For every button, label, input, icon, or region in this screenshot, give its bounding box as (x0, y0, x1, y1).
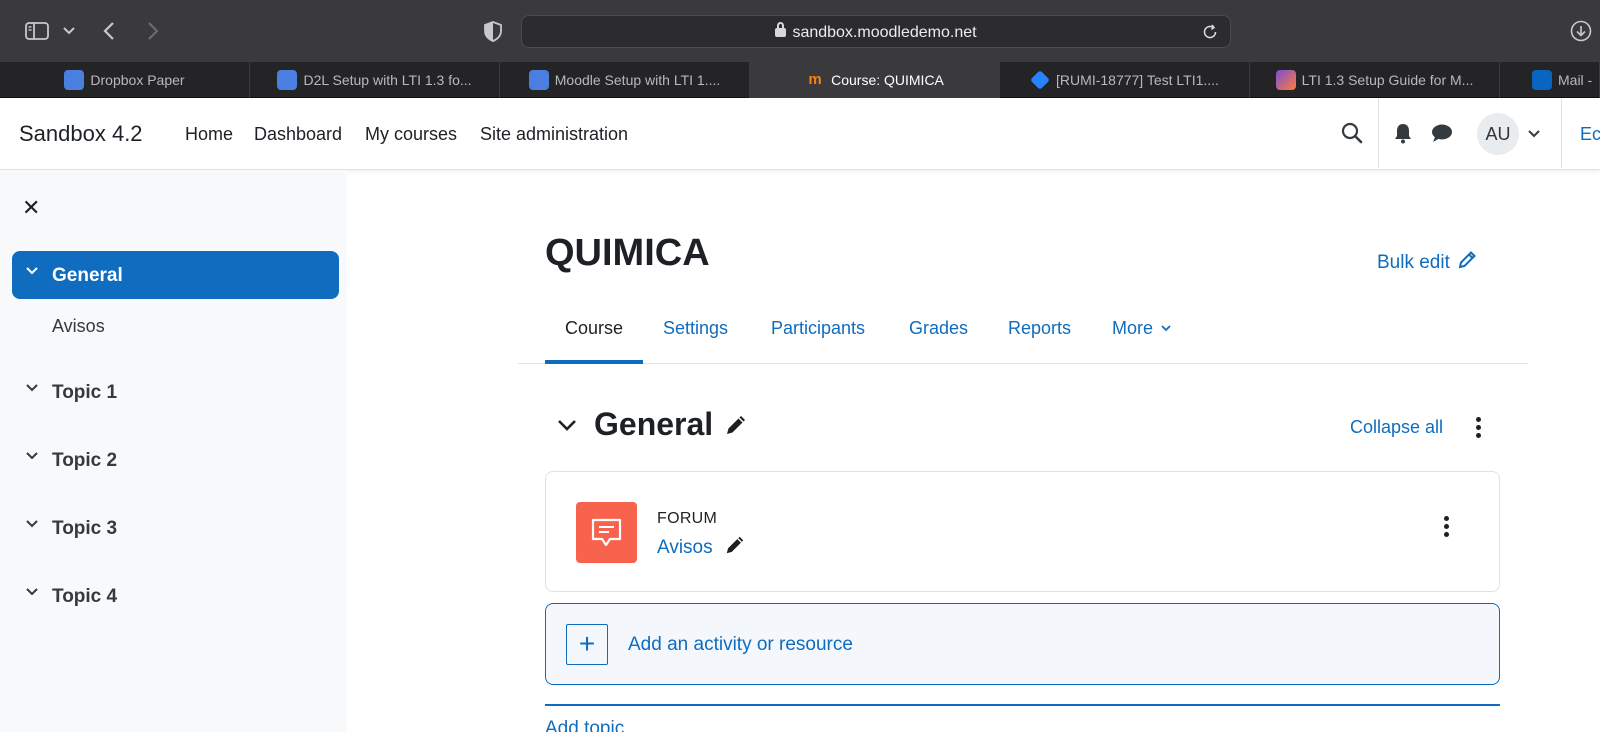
chevron-down-icon[interactable] (557, 415, 577, 435)
atlassian-icon (1275, 70, 1296, 90)
course-index-section-general[interactable]: General (12, 251, 339, 299)
activity-name-link[interactable]: Avisos (657, 534, 746, 559)
chevron-down-icon[interactable] (1528, 130, 1540, 138)
browser-tab-lti-setup-guide[interactable]: LTI 1.3 Setup Guide for M... (1250, 62, 1500, 98)
bell-icon[interactable] (1393, 122, 1413, 144)
course-index-section-topic-4[interactable]: Topic 4 (12, 572, 339, 620)
tab-settings[interactable]: Settings (663, 318, 728, 339)
forum-icon (576, 502, 637, 563)
section-label: Topic 4 (52, 586, 118, 607)
moodle-navbar: Sandbox 4.2 Home Dashboard My courses Si… (0, 98, 1600, 170)
dropbox-icon (528, 70, 549, 90)
shield-icon[interactable] (483, 21, 503, 42)
outlook-icon (1532, 70, 1552, 90)
secondary-navigation: Course Settings Participants Grades Repo… (518, 300, 1528, 364)
activity-type-label: FORUM (657, 510, 718, 527)
page-title: QUIMICA (545, 232, 710, 274)
browser-tab-strip: Dropbox Paper D2L Setup with LTI 1.3 fo.… (0, 62, 1600, 98)
chevron-down-icon[interactable] (63, 27, 75, 35)
address-bar[interactable]: sandbox.moodledemo.net (521, 15, 1231, 48)
tab-more[interactable]: More (1112, 318, 1171, 339)
add-activity-label: Add an activity or resource (628, 634, 853, 655)
activity-card-forum: FORUM Avisos (545, 471, 1500, 592)
tab-grades[interactable]: Grades (909, 318, 968, 339)
edit-mode-label[interactable]: Ec (1580, 124, 1600, 145)
section-label: Topic 1 (52, 382, 118, 403)
chevron-down-icon[interactable] (26, 586, 38, 598)
avatar[interactable]: AU (1477, 113, 1519, 155)
chevron-down-icon[interactable] (26, 450, 38, 462)
chevron-down-icon[interactable] (26, 518, 38, 530)
chevron-down-icon[interactable] (26, 382, 38, 394)
close-icon[interactable]: ✕ (22, 195, 40, 221)
jira-icon (1030, 70, 1050, 90)
chevron-down-icon[interactable] (26, 265, 38, 277)
url-text: sandbox.moodledemo.net (522, 22, 1230, 42)
browser-tab-dropbox-paper[interactable]: Dropbox Paper (0, 62, 250, 98)
section-label: General (52, 265, 123, 286)
add-activity-button[interactable]: + Add an activity or resource (545, 603, 1500, 685)
search-icon[interactable] (1341, 122, 1363, 144)
downloads-icon[interactable] (1570, 20, 1592, 42)
section-title: General (594, 406, 748, 443)
tab-course[interactable]: Course (565, 318, 623, 339)
nav-site-administration[interactable]: Site administration (480, 124, 628, 145)
site-brand[interactable]: Sandbox 4.2 (19, 121, 143, 147)
nav-my-courses[interactable]: My courses (365, 124, 457, 145)
pencil-icon[interactable] (724, 413, 748, 437)
add-topic-divider (545, 704, 1500, 706)
course-index-item-avisos[interactable]: Avisos (52, 316, 105, 337)
nav-home[interactable]: Home (185, 124, 233, 145)
back-icon[interactable] (103, 21, 115, 41)
browser-tab-moodle-setup[interactable]: Moodle Setup with LTI 1.... (500, 62, 750, 98)
browser-tab-mail[interactable]: Mail - (1500, 62, 1600, 98)
dropbox-icon (277, 70, 298, 90)
browser-tab-d2l-setup[interactable]: D2L Setup with LTI 1.3 fo... (250, 62, 500, 98)
nav-dashboard[interactable]: Dashboard (254, 124, 342, 145)
section-label: Topic 3 (52, 518, 118, 539)
section-label: Topic 2 (52, 450, 118, 471)
moodle-icon: m (808, 71, 822, 88)
course-index-section-topic-3[interactable]: Topic 3 (12, 504, 339, 552)
add-topic-link[interactable]: Add topic (545, 718, 624, 732)
lock-icon (775, 22, 787, 37)
navbar-divider (1378, 98, 1379, 168)
plus-icon: + (566, 624, 608, 665)
tab-reports[interactable]: Reports (1008, 318, 1071, 339)
sidebar-toggle-icon[interactable] (25, 22, 49, 40)
collapse-all-link[interactable]: Collapse all (1350, 417, 1443, 438)
navbar-divider (1561, 98, 1562, 168)
bulk-edit-button[interactable]: Bulk edit (1377, 250, 1477, 274)
course-index-section-topic-2[interactable]: Topic 2 (12, 436, 339, 484)
active-tab-indicator (545, 360, 643, 364)
chevron-down-icon (1161, 325, 1171, 332)
browser-toolbar: sandbox.moodledemo.net (0, 0, 1600, 62)
pencil-icon[interactable] (724, 534, 746, 556)
pencil-icon (1458, 251, 1477, 269)
course-index-drawer: ✕ General Avisos Topic 1 Topic 2 Topic 3… (0, 170, 347, 732)
course-index-section-topic-1[interactable]: Topic 1 (12, 368, 339, 416)
section-menu-icon[interactable] (1476, 417, 1482, 441)
messages-icon[interactable] (1430, 123, 1454, 143)
browser-tab-rumi-18777[interactable]: [RUMI-18777] Test LTI1.... (1000, 62, 1250, 98)
tab-participants[interactable]: Participants (771, 318, 865, 339)
reload-icon[interactable] (1202, 24, 1218, 40)
browser-tab-course-quimica[interactable]: m Course: QUIMICA (750, 62, 1000, 98)
forward-icon[interactable] (147, 21, 159, 41)
dropbox-icon (64, 70, 85, 90)
activity-menu-icon[interactable] (1444, 516, 1450, 540)
